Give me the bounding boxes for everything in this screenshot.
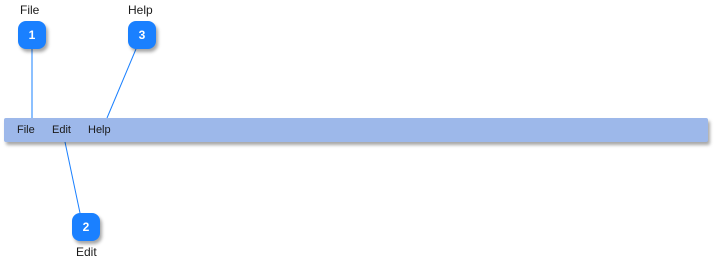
connector-line-edit xyxy=(64,141,81,214)
menu-item-edit[interactable]: Edit xyxy=(52,118,71,142)
menu-item-file[interactable]: File xyxy=(17,118,35,142)
callout-badge-2: 2 xyxy=(72,213,100,241)
callout-badge-1: 1 xyxy=(18,21,46,49)
callout-badge-3: 3 xyxy=(128,21,156,49)
menu-item-help[interactable]: Help xyxy=(88,118,111,142)
callout-label-edit: Edit xyxy=(76,245,97,259)
callout-label-file: File xyxy=(20,3,40,17)
callout-label-help: Help xyxy=(128,3,153,17)
menu-bar: File Edit Help xyxy=(4,118,708,142)
connector-line-help xyxy=(106,48,137,119)
